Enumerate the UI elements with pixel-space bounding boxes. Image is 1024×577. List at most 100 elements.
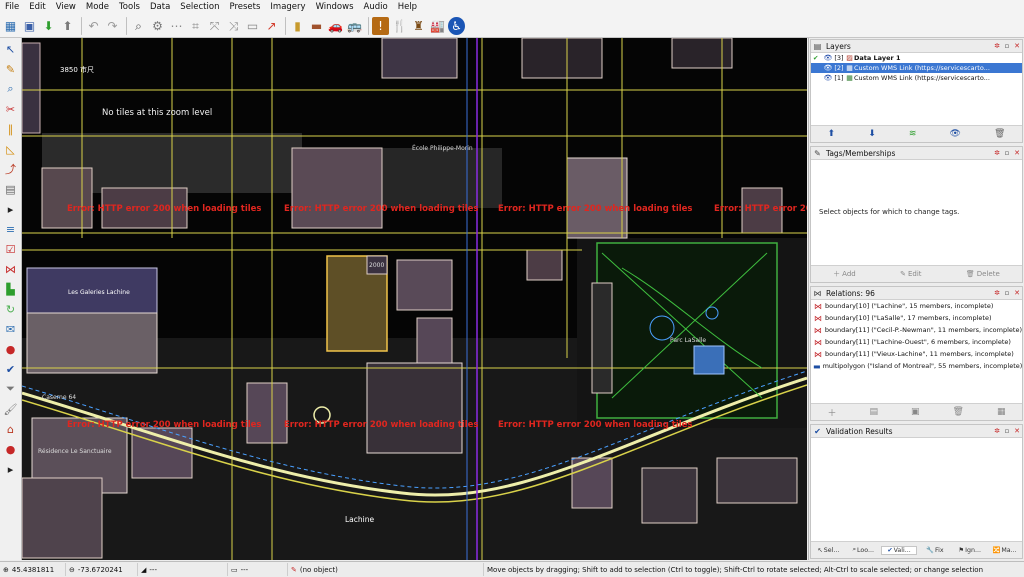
building-tool-icon[interactable]: ▤: [2, 180, 20, 198]
zoom-icon[interactable]: ⌕: [130, 17, 147, 35]
wall-icon[interactable]: ▬: [308, 17, 325, 35]
layer-row[interactable]: ✔ 👁 [3] ▨ Data Layer 1: [811, 53, 1022, 63]
industrial-icon[interactable]: 🏭: [429, 17, 446, 35]
delete-relation-icon[interactable]: 🗑: [953, 407, 964, 417]
tab-lookup[interactable]: ⌕ Loo...: [846, 546, 881, 554]
relation-row[interactable]: ▬ multipolygon ("Island of Montreal", 55 …: [811, 360, 1022, 372]
menu-presets[interactable]: Presets: [224, 0, 265, 14]
draw-tool-icon[interactable]: ✎: [2, 60, 20, 78]
undo-icon[interactable]: ↶: [85, 17, 102, 35]
layer-row[interactable]: 👁 [1] ▦ Custom WMS Link (https://service…: [811, 73, 1022, 83]
map-view[interactable]: No tiles at this zoom level 3850 市尺 Écol…: [22, 38, 807, 560]
tab-validate[interactable]: ✔ Vali...: [880, 545, 918, 555]
menu-help[interactable]: Help: [393, 0, 422, 14]
menu-mode[interactable]: Mode: [81, 0, 114, 14]
relation-row[interactable]: ⋈ boundary[11] ("Vieux-Lachine", 11 membe…: [811, 348, 1022, 360]
paint-icon[interactable]: 🖌: [2, 400, 20, 418]
merge-icon[interactable]: ≋: [909, 129, 917, 139]
orthogonal-icon[interactable]: ⌗: [187, 17, 204, 35]
relation-row[interactable]: ⋈ boundary[10] ("LaSalle", 17 members, in…: [811, 312, 1022, 324]
bus-icon[interactable]: 🚌: [346, 17, 363, 35]
map-paint-icon[interactable]: ▙: [2, 280, 20, 298]
delete-tag-button[interactable]: 🗑 Delete: [966, 270, 1000, 278]
barrier-icon[interactable]: ▮: [289, 17, 306, 35]
menu-view[interactable]: View: [51, 0, 81, 14]
accessibility-icon[interactable]: ♿: [448, 16, 465, 35]
show-hide-icon[interactable]: 👁: [949, 129, 960, 139]
validation-icon[interactable]: ●: [2, 340, 20, 358]
zoom-tool-icon[interactable]: ⌕: [2, 80, 20, 98]
relation-row[interactable]: ⋈ boundary[10] ("Lachine", 15 members, in…: [811, 300, 1022, 312]
panel-options-icon[interactable]: ✲: [992, 289, 1002, 297]
shop-icon[interactable]: !: [372, 16, 389, 35]
panel-close-icon[interactable]: ✕: [1012, 427, 1022, 435]
measure-tool-icon[interactable]: ◺: [2, 140, 20, 158]
edit-relation-icon[interactable]: ▤: [870, 407, 879, 417]
add-relation-icon[interactable]: ＋: [828, 406, 837, 419]
menu-edit[interactable]: Edit: [24, 0, 50, 14]
edit-tag-button[interactable]: ✎ Edit: [900, 270, 921, 278]
eye-icon[interactable]: 👁: [823, 74, 833, 82]
check-icon[interactable]: ✔: [2, 360, 20, 378]
expand-icon[interactable]: ▸: [2, 460, 20, 478]
menu-windows[interactable]: Windows: [311, 0, 359, 14]
eye-icon[interactable]: 👁: [823, 54, 833, 62]
relation-row[interactable]: ⋈ boundary[11] ("Cecil-P.-Newman", 11 mem…: [811, 324, 1022, 336]
panel-close-icon[interactable]: ✕: [1012, 42, 1022, 50]
eye-icon[interactable]: 👁: [823, 64, 833, 72]
panel-options-icon[interactable]: ✲: [992, 42, 1002, 50]
tab-ignore[interactable]: ⚑ Ign...: [952, 547, 987, 554]
menu-audio[interactable]: Audio: [359, 0, 393, 14]
panel-detach-icon[interactable]: ▫: [1002, 427, 1012, 435]
history-icon[interactable]: ⌂: [2, 420, 20, 438]
historic-icon[interactable]: ♜: [410, 17, 427, 35]
restaurant-icon[interactable]: 🍴: [391, 17, 408, 35]
parallel-tool-icon[interactable]: ∥: [2, 120, 20, 138]
trash-icon[interactable]: 🗑: [994, 129, 1005, 139]
layer-row[interactable]: 👁 [2] ▦ Custom WMS Link (https://service…: [811, 63, 1022, 73]
menu-imagery[interactable]: Imagery: [265, 0, 310, 14]
panel-close-icon[interactable]: ✕: [1012, 149, 1022, 157]
improve-tool-icon[interactable]: ⤴: [2, 160, 20, 178]
move-down-icon[interactable]: ⬇: [868, 129, 876, 139]
car-icon[interactable]: 🚗: [327, 17, 344, 35]
add-tag-button[interactable]: ＋ Add: [833, 269, 856, 279]
upload-icon[interactable]: ⬆: [59, 17, 76, 35]
split-icon[interactable]: ⤧: [206, 17, 223, 35]
relation-row[interactable]: ⋈ boundary[11] ("Lachine-Ouest", 6 member…: [811, 336, 1022, 348]
more-tools-icon[interactable]: ▸: [2, 200, 20, 218]
panel-options-icon[interactable]: ✲: [992, 149, 1002, 157]
panel-close-icon[interactable]: ✕: [1012, 289, 1022, 297]
notes-icon[interactable]: ✉: [2, 320, 20, 338]
refresh-icon[interactable]: ↻: [2, 300, 20, 318]
todo-icon[interactable]: ☑: [2, 240, 20, 258]
filter-icon[interactable]: ⏷: [2, 380, 20, 398]
panel-detach-icon[interactable]: ▫: [1002, 289, 1012, 297]
save-icon[interactable]: ▣: [21, 17, 38, 35]
arrow-icon[interactable]: ↗: [263, 17, 280, 35]
menu-tools[interactable]: Tools: [114, 0, 145, 14]
menu-file[interactable]: File: [0, 0, 24, 14]
redo-icon[interactable]: ↷: [104, 17, 121, 35]
move-up-icon[interactable]: ⬆: [828, 129, 836, 139]
duplicate-relation-icon[interactable]: ▣: [911, 407, 920, 417]
relations-icon[interactable]: ⋈: [2, 260, 20, 278]
combine-icon[interactable]: ⤨: [225, 17, 242, 35]
preferences-icon[interactable]: ⚙: [149, 17, 166, 35]
menu-data[interactable]: Data: [145, 0, 175, 14]
map-icon[interactable]: ▦: [2, 17, 19, 35]
layers-toggle-icon[interactable]: ≡: [2, 220, 20, 238]
menu-selection[interactable]: Selection: [175, 0, 224, 14]
panel-detach-icon[interactable]: ▫: [1002, 149, 1012, 157]
fill-icon[interactable]: ▭: [244, 17, 261, 35]
panel-options-icon[interactable]: ✲: [992, 427, 1002, 435]
panel-detach-icon[interactable]: ▫: [1002, 42, 1012, 50]
select-relation-icon[interactable]: ▦: [997, 407, 1006, 417]
tab-selection[interactable]: ↖ Sel...: [811, 547, 846, 554]
download-icon[interactable]: ⬇: [40, 17, 57, 35]
location-icon[interactable]: ●: [2, 440, 20, 458]
tab-fix[interactable]: 🔧 Fix: [917, 546, 952, 555]
tab-more[interactable]: 🔀 Ma...: [987, 546, 1022, 555]
select-tool-icon[interactable]: ↖: [2, 40, 20, 58]
align-icon[interactable]: ⋯: [168, 17, 185, 35]
